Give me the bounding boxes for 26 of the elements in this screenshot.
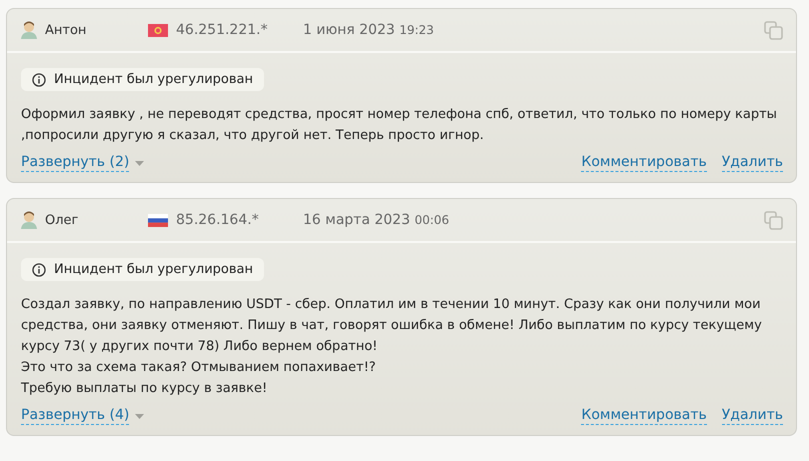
flag-icon bbox=[148, 214, 168, 226]
action-link[interactable]: Удалить bbox=[722, 407, 783, 425]
expand-link[interactable]: Развернуть (4) bbox=[21, 407, 130, 425]
status-text: Инцидент был урегулирован bbox=[54, 72, 253, 87]
info-icon bbox=[32, 262, 46, 276]
review-date: 1 июня 2023 19:23 bbox=[303, 22, 434, 38]
expand-link[interactable]: Развернуть (2) bbox=[21, 154, 130, 172]
review-date: 16 марта 2023 00:06 bbox=[303, 212, 450, 228]
caret-icon bbox=[135, 160, 144, 166]
status-text: Инцидент был урегулирован bbox=[54, 262, 253, 277]
info-icon bbox=[32, 72, 46, 86]
copy-icon[interactable] bbox=[764, 210, 783, 230]
user-icon bbox=[20, 21, 38, 39]
author-name: Антон bbox=[45, 22, 86, 38]
flag-icon bbox=[148, 24, 168, 36]
review-text: Создал заявку, по направлению USDT - сбер. Оплатил им в течении 10 минут. Сразу как они получили мои средства, они заявку отменяют. Пишу в чат, говорят ошибка в обмене! Либо выплатим по курсу текущему курсу 73( у других почти 78) Либо вернем обратно! Это что за схема такая? Отмыванием попахивает!? Требую выплаты по курсу в заявке! bbox=[21, 296, 763, 398]
user-icon bbox=[20, 211, 38, 229]
ip-address: 85.26.164.* bbox=[176, 212, 259, 228]
action-link[interactable]: Комментировать bbox=[581, 154, 707, 172]
copy-icon[interactable] bbox=[764, 20, 783, 40]
review-text: Оформил заявку , не переводят средства, просят номер телефона спб, ответил, что только по номеру карты ,попросили другую я сказал, что другой нет. Теперь просто игнор. bbox=[21, 106, 778, 145]
action-link[interactable]: Удалить bbox=[722, 154, 783, 172]
caret-icon bbox=[135, 414, 144, 418]
action-link[interactable]: Комментировать bbox=[581, 407, 707, 425]
author-name: Олег bbox=[45, 212, 78, 228]
ip-address: 46.251.221.* bbox=[176, 22, 268, 38]
